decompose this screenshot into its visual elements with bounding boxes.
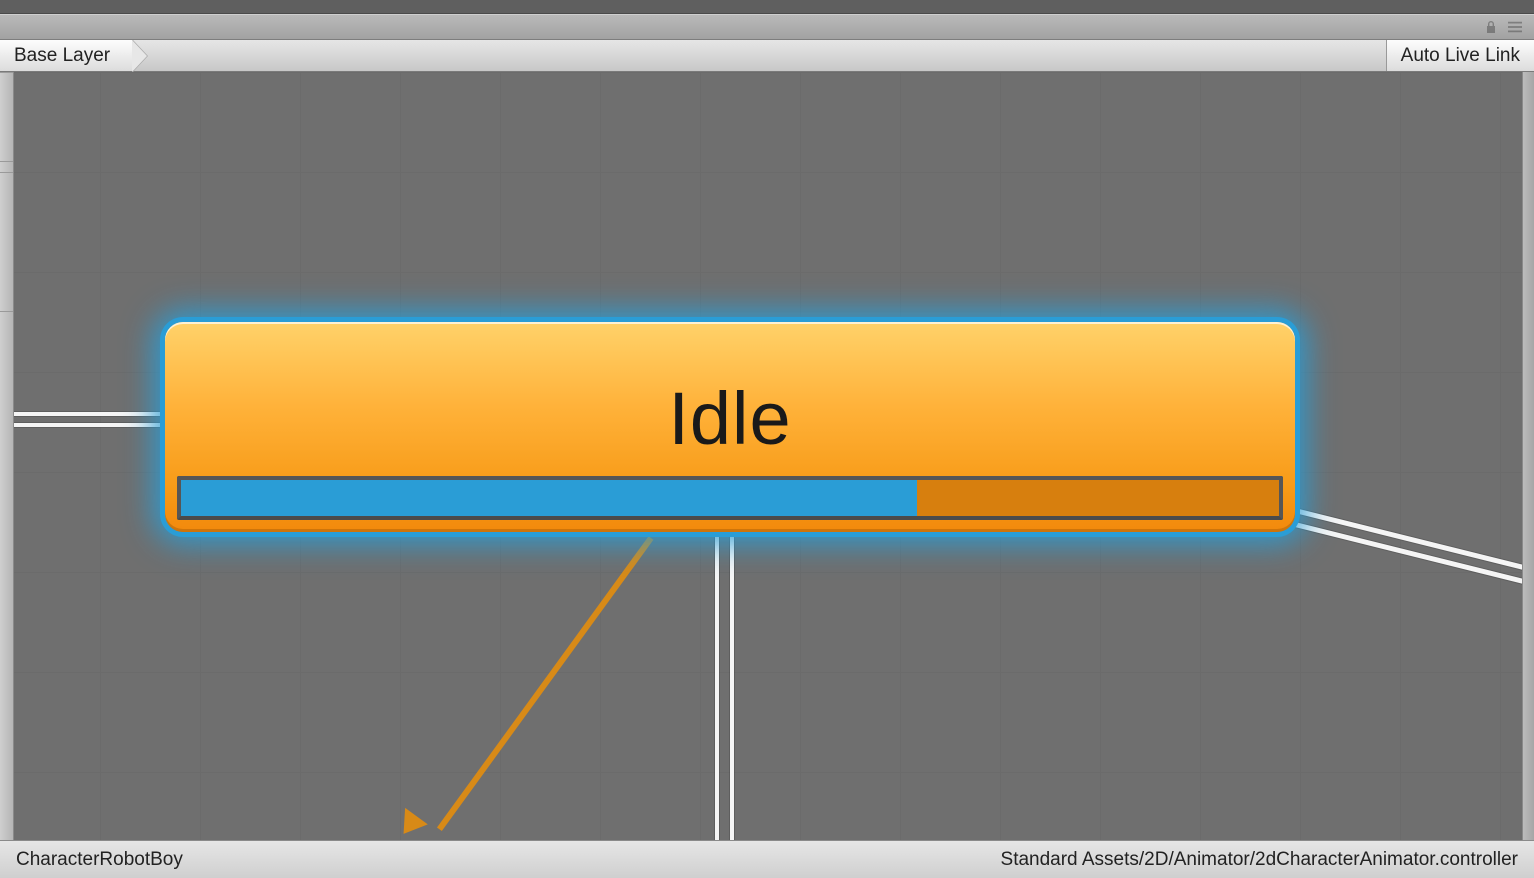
layer-breadcrumb[interactable]: Base Layer <box>0 40 133 71</box>
right-scrollbar[interactable] <box>1522 72 1534 840</box>
left-panel-gutter[interactable] <box>0 72 14 840</box>
lock-icon[interactable] <box>1484 20 1498 34</box>
panel-options-row <box>0 14 1534 40</box>
transition-line[interactable] <box>14 423 165 427</box>
status-bar: CharacterRobotBoy Standard Assets/2D/Ani… <box>0 840 1534 878</box>
state-node-idle[interactable]: Idle <box>165 322 1295 532</box>
status-object-name: CharacterRobotBoy <box>16 849 183 871</box>
transition-line[interactable] <box>715 532 719 840</box>
animator-canvas[interactable]: Idle <box>0 72 1534 840</box>
transition-line[interactable] <box>730 532 734 840</box>
auto-live-link-label: Auto Live Link <box>1401 45 1520 67</box>
auto-live-link-button[interactable]: Auto Live Link <box>1386 40 1534 71</box>
transition-line[interactable] <box>14 412 165 416</box>
window-top-strip <box>0 0 1534 14</box>
animator-toolbar: Base Layer Auto Live Link <box>0 40 1534 72</box>
breadcrumb-label: Base Layer <box>14 45 110 67</box>
state-progress-fill <box>181 480 917 516</box>
list-menu-icon[interactable] <box>1508 20 1522 34</box>
state-progress-track <box>177 476 1283 520</box>
state-node-label: Idle <box>668 376 791 461</box>
status-asset-path: Standard Assets/2D/Animator/2dCharacterA… <box>1001 849 1518 871</box>
